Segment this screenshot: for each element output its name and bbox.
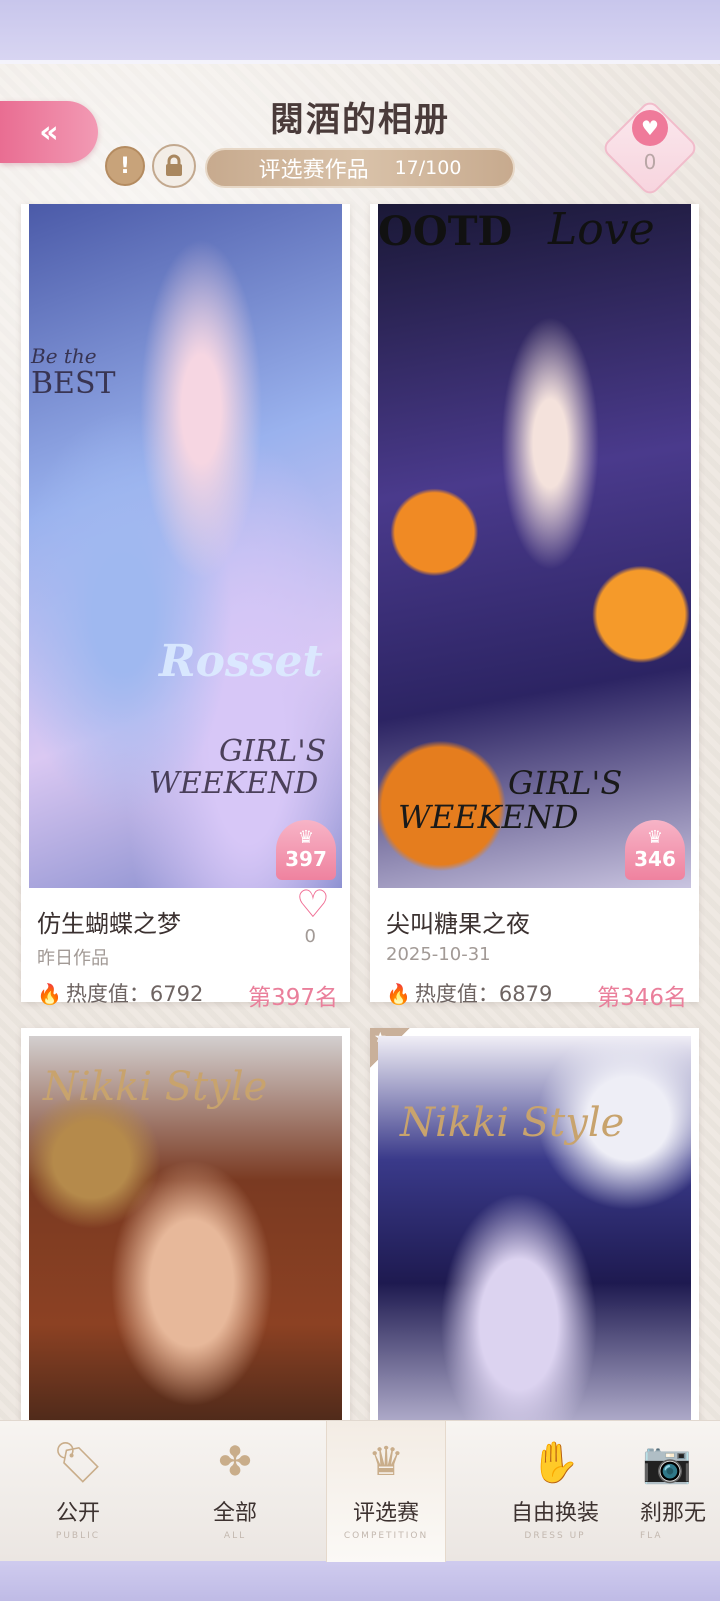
overlay-text: Be the	[31, 344, 97, 368]
bottom-decoration	[0, 1561, 720, 1601]
tab-label: 全部	[212, 1501, 257, 1526]
tab-sublabel: ALL	[223, 1531, 247, 1541]
tag-icon: 🏷	[52, 1439, 104, 1486]
album-counter: 评选赛作品 17/100	[205, 148, 515, 188]
likes-count: 0	[643, 150, 657, 174]
status-area	[0, 0, 720, 64]
photo-card[interactable]: ★ Nikki Style	[370, 1028, 699, 1448]
back-arrow-icon: «	[39, 114, 59, 150]
overlay-text: GIRL'S	[508, 764, 623, 802]
photo-card[interactable]: OOTD Love GIRL'S WEEKEND ♛ 346 尖叫糖果之夜 20…	[370, 204, 699, 1011]
heat-number: 6792	[149, 982, 204, 1006]
card-rank: 第397名	[248, 985, 338, 1011]
page-title: 閱酒的相册	[270, 100, 450, 140]
heart-chat-icon: ♥	[632, 110, 668, 146]
badge-rank-number: 346	[634, 847, 676, 871]
overlay-text: WEEKEND	[398, 798, 579, 836]
overlay-text: GIRL'S	[219, 734, 327, 769]
tab-sublabel: COMPETITION	[343, 1531, 429, 1541]
heat-label: 热度值：	[65, 982, 150, 1006]
card-date: 昨日作品	[37, 948, 109, 969]
crown-icon: ♛	[297, 827, 315, 848]
heart-icon[interactable]: ♡	[296, 884, 330, 924]
likes-widget[interactable]: ♥ 0	[600, 98, 700, 198]
flame-icon: 🔥	[37, 982, 62, 1006]
overlay-text: WEEKEND	[149, 766, 319, 801]
tab-label: 公开	[55, 1501, 100, 1526]
tab-sublabel: PUBLIC	[55, 1531, 101, 1541]
card-title: 尖叫糖果之夜	[386, 910, 530, 938]
lock-button[interactable]	[152, 144, 196, 188]
bottom-nav: 🏷 公开 PUBLIC ✤ 全部 ALL ♛ 评选赛 COMPETITION ✋…	[0, 1420, 720, 1562]
back-button[interactable]: «	[0, 101, 98, 163]
outfit-photo[interactable]: Nikki Style	[378, 1036, 691, 1448]
rank-badge: ♛ 346	[625, 820, 685, 880]
card-rank: 第346名	[597, 985, 687, 1011]
outfit-photo[interactable]: Be the BEST Rosset GIRL'S WEEKEND ♛ 397	[29, 204, 342, 888]
tab-sublabel: FLA	[640, 1531, 663, 1541]
tab-sublabel: DRESS UP	[524, 1531, 586, 1541]
counter-label: 评选赛作品	[258, 158, 369, 183]
tab-flash[interactable]: 📷 刹那无 FLA	[640, 1421, 720, 1562]
card-date: 2025-10-31	[386, 944, 491, 965]
photo-card[interactable]: Nikki Style	[21, 1028, 350, 1448]
exclamation-icon: !	[119, 153, 131, 179]
tab-competition[interactable]: ♛ 评选赛 COMPETITION	[326, 1421, 446, 1562]
counter-value: 17/100	[394, 157, 462, 179]
overlay-brand: Nikki Style	[400, 1100, 625, 1146]
rank-badge: ♛ 397	[276, 820, 336, 880]
flame-icon: 🔥	[386, 982, 411, 1006]
crown-icon: ♛	[646, 827, 664, 848]
tab-label: 刹那无	[640, 1501, 707, 1526]
heat-value: 🔥 热度值：6879	[386, 978, 552, 1008]
overlay-text: OOTD	[378, 208, 513, 255]
clover-icon: ✤	[218, 1439, 252, 1485]
overlay-brand: Rosset	[159, 636, 323, 687]
outfit-photo[interactable]: Nikki Style	[29, 1036, 342, 1448]
tab-label: 评选赛	[352, 1501, 419, 1526]
badge-rank-number: 397	[285, 847, 327, 871]
info-button[interactable]: !	[105, 146, 145, 186]
overlay-text: Love	[548, 204, 655, 255]
tab-public[interactable]: 🏷 公开 PUBLIC	[8, 1421, 148, 1562]
heart-count: 0	[304, 926, 316, 947]
tab-all[interactable]: ✤ 全部 ALL	[165, 1421, 305, 1562]
tab-label: 自由换装	[510, 1501, 599, 1526]
overlay-text: BEST	[31, 366, 116, 401]
lock-icon	[166, 154, 182, 176]
camera-icon: 📷	[642, 1439, 692, 1486]
heat-label: 热度值：	[414, 982, 499, 1006]
heat-value: 🔥 热度值：6792	[37, 978, 203, 1008]
heat-number: 6879	[498, 982, 553, 1006]
tab-dress-up[interactable]: ✋ 自由换装 DRESS UP	[480, 1421, 630, 1562]
hand-icon: ✋	[530, 1439, 580, 1486]
card-title: 仿生蝴蝶之梦	[37, 910, 181, 938]
photo-card[interactable]: Be the BEST Rosset GIRL'S WEEKEND ♛ 397 …	[21, 204, 350, 1011]
crown-icon: ♛	[368, 1439, 404, 1485]
overlay-brand: Nikki Style	[43, 1064, 268, 1110]
outfit-photo[interactable]: OOTD Love GIRL'S WEEKEND ♛ 346	[378, 204, 691, 888]
